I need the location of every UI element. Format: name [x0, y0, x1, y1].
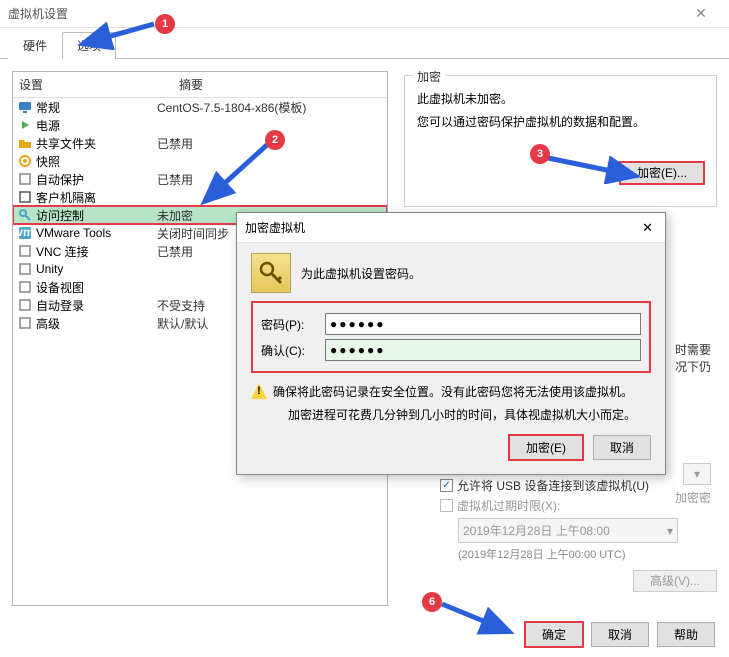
key-icon [17, 207, 33, 223]
group-encrypt-label: 加密 [413, 68, 445, 85]
dialog-heading: 为此虚拟机设置密码。 [301, 265, 421, 282]
checkbox-usb-label: 允许将 USB 设备连接到该虚拟机(U) [457, 477, 649, 494]
list-item-label: 高级 [36, 315, 60, 332]
vnc-icon [17, 243, 33, 259]
checkbox-expire-label: 虚拟机过期时限(X): [457, 497, 560, 514]
warning-text-2: 加密进程可花费几分钟到几小时的时间，具体视虚拟机大小而定。 [273, 406, 651, 423]
shield-icon [17, 171, 33, 187]
list-item-label: VMware Tools [36, 226, 111, 240]
encrypt-hint-text: 您可以通过密码保护虚拟机的数据和配置。 [417, 113, 704, 130]
list-item-label: 客户机隔离 [36, 189, 96, 206]
encrypt-suffix-text: 加密密 [675, 489, 711, 506]
confirm-label: 确认(C): [261, 342, 325, 359]
list-header-summary: 摘要 [173, 72, 387, 97]
cancel-button[interactable]: 取消 [591, 622, 649, 647]
monitor-icon [17, 99, 33, 115]
obscured-text-2: 况下仍 [675, 358, 711, 375]
dialog-cancel-button[interactable]: 取消 [593, 435, 651, 460]
expire-utc-hint: (2019年12月28日 上午00:00 UTC) [458, 546, 717, 562]
user-icon [17, 297, 33, 313]
checkbox-expire [440, 499, 453, 512]
expire-dropdown: 2019年12月28日 上午08:00▾ [458, 518, 678, 543]
list-item-summary: 已禁用 [157, 171, 387, 188]
warning-text-1: 确保将此密码记录在安全位置。没有此密码您将无法使用该虚拟机。 [273, 383, 651, 400]
power-icon [17, 117, 33, 133]
password-input[interactable] [325, 313, 641, 335]
dropdown-obscured: ▾ [683, 463, 711, 485]
window-close-button[interactable]: ✕ [681, 5, 721, 22]
list-item-label: 自动登录 [36, 297, 84, 314]
badge-6: 6 [422, 592, 442, 612]
svg-text:vm: vm [18, 226, 32, 239]
gear-icon [17, 315, 33, 331]
help-button[interactable]: 帮助 [657, 622, 715, 647]
dialog-title: 加密虚拟机 [245, 219, 305, 236]
encrypt-button[interactable]: 加密(E)... [620, 162, 704, 184]
obscured-text-1: 时需要 [675, 341, 711, 358]
list-item-4[interactable]: 自动保护 已禁用 [13, 170, 387, 188]
list-item-label: 设备视图 [36, 279, 84, 296]
password-label: 密码(P): [261, 316, 325, 333]
list-item-0[interactable]: 常规 CentOS-7.5-1804-x86(模板) [13, 98, 387, 116]
checkbox-usb[interactable]: ✓ [440, 479, 453, 492]
list-item-5[interactable]: 客户机隔离 [13, 188, 387, 206]
list-item-label: 常规 [36, 99, 60, 116]
list-header-setting: 设置 [13, 72, 173, 97]
list-item-label: 访问控制 [36, 207, 84, 224]
folder-icon [17, 135, 33, 151]
badge-2: 2 [265, 130, 285, 150]
tabs: 硬件 选项 [0, 28, 729, 59]
confirm-input[interactable] [325, 339, 641, 361]
encrypt-dialog: 加密虚拟机 ✕ 为此虚拟机设置密码。 密码(P): 确认(C): ! 确保将此密… [236, 212, 666, 475]
titlebar: 虚拟机设置 ✕ [0, 0, 729, 28]
list-item-1[interactable]: 电源 [13, 116, 387, 134]
list-item-3[interactable]: 快照 [13, 152, 387, 170]
vm-icon: vm [17, 225, 33, 241]
key-icon [251, 253, 291, 293]
list-item-label: 共享文件夹 [36, 135, 96, 152]
tab-options[interactable]: 选项 [62, 32, 116, 59]
window-title: 虚拟机设置 [8, 5, 68, 22]
badge-1: 1 [155, 14, 175, 34]
list-item-label: 自动保护 [36, 171, 84, 188]
list-item-2[interactable]: 共享文件夹已禁用 [13, 134, 387, 152]
expire-value: 2019年12月28日 上午08:00 [463, 522, 610, 539]
snapshot-icon [17, 153, 33, 169]
dialog-encrypt-button[interactable]: 加密(E) [509, 435, 583, 460]
list-item-summary: CentOS-7.5-1804-x86(模板) [157, 99, 387, 116]
badge-3: 3 [530, 144, 550, 164]
list-item-label: VNC 连接 [36, 243, 89, 260]
list-item-label: Unity [36, 262, 63, 276]
list-item-label: 电源 [36, 117, 60, 134]
advanced-button[interactable]: 高级(V)... [633, 570, 717, 592]
device-icon [17, 279, 33, 295]
lock-icon [17, 189, 33, 205]
ok-button[interactable]: 确定 [525, 622, 583, 647]
list-item-label: 快照 [36, 153, 60, 170]
warning-icon: ! [251, 383, 267, 399]
dialog-close-button[interactable]: ✕ [638, 220, 657, 236]
unity-icon [17, 261, 33, 277]
tab-hardware[interactable]: 硬件 [8, 32, 62, 59]
encrypt-status-text: 此虚拟机未加密。 [417, 90, 704, 107]
